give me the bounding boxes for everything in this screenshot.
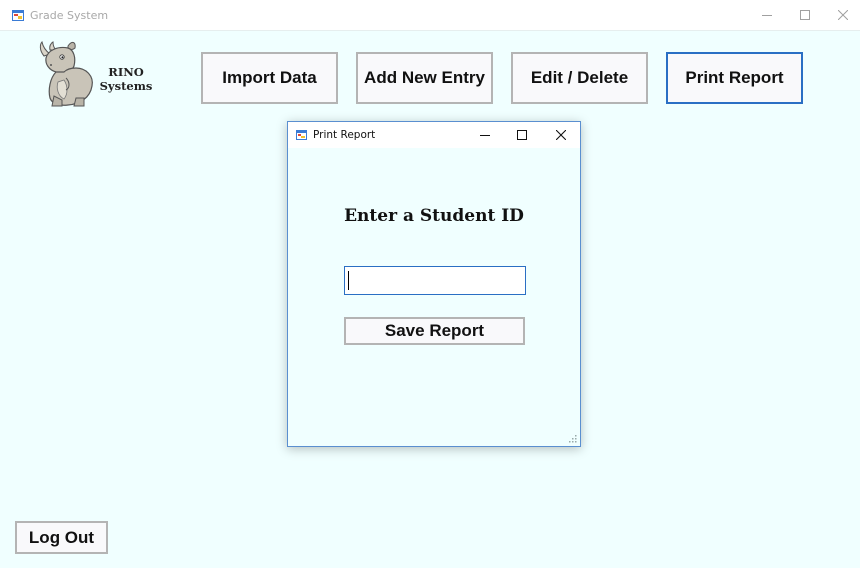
minimize-button[interactable]: [752, 2, 782, 28]
text-caret: [348, 271, 349, 290]
maximize-icon: [800, 10, 810, 20]
student-id-input[interactable]: [344, 266, 526, 295]
resize-grip-icon[interactable]: [569, 435, 577, 443]
window-title: Grade System: [30, 9, 109, 22]
app-form-icon: [12, 10, 24, 21]
log-out-button[interactable]: Log Out: [15, 521, 108, 554]
close-icon: [556, 130, 566, 140]
minimize-icon: [762, 15, 772, 16]
brand-name: RINO Systems: [96, 65, 156, 93]
import-data-button[interactable]: Import Data: [201, 52, 338, 104]
maximize-button[interactable]: [790, 2, 820, 28]
brand-line-1: RINO: [108, 65, 144, 79]
add-new-entry-button[interactable]: Add New Entry: [356, 52, 493, 104]
minimize-icon: [480, 135, 490, 136]
dialog-form-icon: [296, 130, 307, 140]
save-report-button[interactable]: Save Report: [344, 317, 525, 345]
brand-line-2: Systems: [99, 79, 153, 93]
rhino-logo-icon: [39, 40, 93, 107]
print-report-dialog: Print Report Enter a Student ID Save Rep…: [287, 121, 581, 447]
window-titlebar: Grade System: [0, 0, 860, 31]
close-icon: [838, 10, 848, 20]
close-button[interactable]: [828, 2, 858, 28]
dialog-titlebar: Print Report: [288, 122, 580, 148]
grade-system-window: Grade System RINO Systems Import Data Ad…: [0, 0, 860, 568]
dialog-close-button[interactable]: [542, 122, 580, 148]
dialog-title: Print Report: [313, 129, 376, 141]
print-report-button[interactable]: Print Report: [666, 52, 803, 104]
maximize-icon: [517, 130, 527, 140]
dialog-heading: Enter a Student ID: [344, 206, 524, 226]
dialog-maximize-button[interactable]: [503, 122, 541, 148]
dialog-minimize-button[interactable]: [466, 122, 504, 148]
edit-delete-button[interactable]: Edit / Delete: [511, 52, 648, 104]
